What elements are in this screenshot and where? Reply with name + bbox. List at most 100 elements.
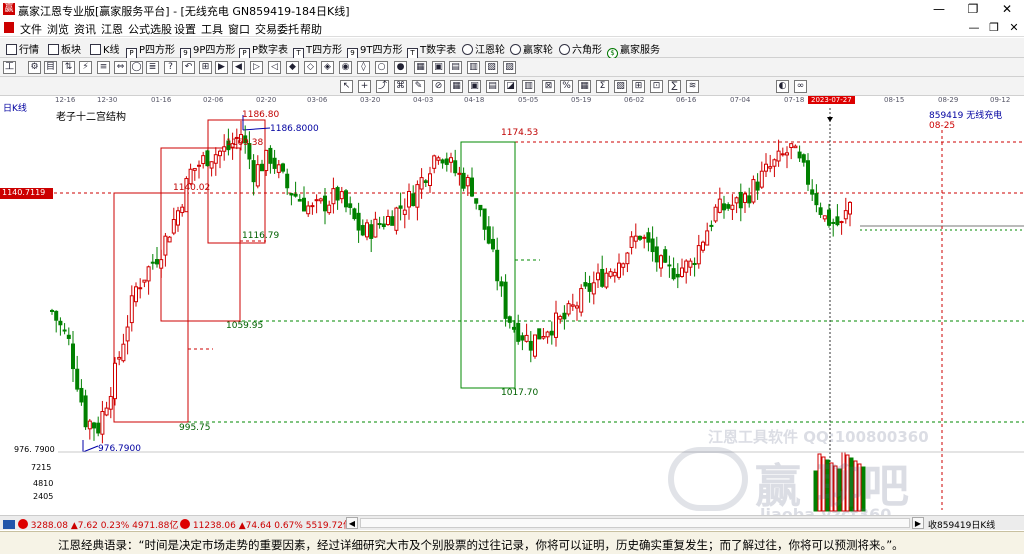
toolbar3-tool-icon-12[interactable]: % [560,80,573,93]
winner-service-button[interactable]: $ 赢家服务 [607,41,660,59]
price-label: 1186.80 [242,110,279,120]
toolbar3-tool-icon-19[interactable]: ≋ [686,80,699,93]
toolbar2-tool-icon-0[interactable]: 工 [3,61,16,74]
toolbar2-tool-icon-15[interactable]: ◁ [268,61,281,74]
toolbar3-tool-icon-20[interactable]: ◐ [776,80,789,93]
winner-wheel-button[interactable]: 赢家轮 [510,41,553,56]
t-number-table-button[interactable]: T T数字表 [407,41,456,59]
candle-body [171,219,176,234]
candle-body [407,190,411,208]
toolbar3-tool-icon-8[interactable]: ▤ [486,80,499,93]
toolbar2-tool-icon-11[interactable]: ⊞ [199,61,212,74]
candle-body [528,340,533,351]
menu-browse[interactable]: 浏览 [47,21,69,37]
structure-box [207,119,266,244]
drawing-toolbar: 工 ⚙ 目 ⇅ ⚡ ≡ ⇔ ◯ ≣? ↶ ⊞ ▶ ◀ ▷ ◁ ◆ ◇ ◈ ◉ ◊ ○ ● ▦ ▣ ▤ ▥ ▧ ▨ [0,58,1024,77]
toolbar2-tool-icon-12[interactable]: ▶ [215,61,228,74]
horizontal-scroll-track[interactable] [360,518,910,528]
toolbar3-tool-icon-9[interactable]: ◪ [504,80,517,93]
toolbar3-tool-icon-7[interactable]: ▣ [468,80,481,93]
toolbar3-tool-icon-10[interactable]: ▥ [522,80,535,93]
menu-formula-select[interactable]: 公式选股 [128,21,172,37]
toolbar2-tool-icon-26[interactable]: ▥ [467,61,480,74]
toolbar3-tool-icon-0[interactable]: ↖ [340,80,353,93]
menu-tools[interactable]: 工具 [201,21,223,37]
kline-button[interactable]: K线 [90,41,120,56]
candle-body [558,315,563,320]
9p-square-button[interactable]: 9 9P四方形 [180,41,235,59]
toolbar2-tool-icon-2[interactable]: 目 [44,61,57,74]
minimize-button[interactable]: — [922,0,956,18]
toolbar2-tool-icon-1[interactable]: ⚙ [28,61,41,74]
hexagon-button[interactable]: 六角形 [559,41,602,56]
toolbar2-tool-icon-5[interactable]: ≡ [97,61,110,74]
toolbar2-tool-icon-23[interactable]: ▦ [414,61,427,74]
toolbar2-tool-icon-8[interactable]: ≣ [146,61,159,74]
toolbar2-tool-icon-17[interactable]: ◇ [304,61,317,74]
toolbar3-tool-icon-5[interactable]: ⊘ [432,80,445,93]
toolbar2-tool-icon-24[interactable]: ▣ [432,61,445,74]
date-axis-label: 09-12 [990,96,1011,104]
menu-window[interactable]: 窗口 [228,21,250,37]
toolbar2-tool-icon-28[interactable]: ▨ [503,61,516,74]
toolbar2-tool-icon-22[interactable]: ● [394,61,407,74]
toolbar2-tool-icon-18[interactable]: ◈ [321,61,334,74]
toolbar3-tool-icon-6[interactable]: ▦ [450,80,463,93]
toolbar2-tool-icon-27[interactable]: ▧ [485,61,498,74]
mdi-restore-button[interactable]: ❐ [984,19,1004,36]
toolbar2-tool-icon-16[interactable]: ◆ [286,61,299,74]
maximize-button[interactable]: ❐ [956,0,990,18]
menu-settings[interactable]: 设置 [174,21,196,37]
quote-sh[interactable]: 3288.08 ▲7.62 0.23% 4971.88亿 [3,518,178,531]
menu-help[interactable]: 帮助 [300,21,322,37]
menu-gann[interactable]: 江恩 [101,21,123,37]
gann-wheel-button[interactable]: 江恩轮 [462,41,505,56]
scroll-left-button[interactable]: ◀ [346,517,358,529]
p-square-button[interactable]: P P四方形 [126,41,175,59]
toolbar2-tool-icon-13[interactable]: ◀ [232,61,245,74]
toolbar2-tool-icon-20[interactable]: ◊ [357,61,370,74]
scroll-right-button[interactable]: ▶ [912,517,924,529]
candle-body [827,209,831,226]
toolbar3-tool-icon-14[interactable]: Σ [596,80,609,93]
toolbar3-tool-icon-13[interactable]: ▦ [578,80,591,93]
toolbar2-tool-icon-6[interactable]: ⇔ [114,61,127,74]
candle-body [411,193,416,207]
toolbar3-tool-icon-21[interactable]: ∞ [794,80,807,93]
close-button[interactable]: ✕ [990,0,1024,18]
toolbar3-tool-icon-4[interactable]: ✎ [412,80,425,93]
mdi-close-button[interactable]: ✕ [1004,19,1024,36]
toolbar3-tool-icon-18[interactable]: ∑ [668,80,681,93]
quotes-button[interactable]: 行情 [6,41,39,56]
toolbar2-tool-icon-14[interactable]: ▷ [250,61,263,74]
t-square-button[interactable]: T T四方形 [293,41,342,59]
date-axis: 12-16 12-30 01-16 02-06 02-20 03-06 03-20 04-03… [40,96,1024,106]
candle-body [423,180,428,183]
toolbar2-tool-icon-10[interactable]: ↶ [182,61,195,74]
mdi-minimize-button[interactable]: — [964,19,984,36]
quote-sz[interactable]: 11238.06 ▲74.64 0.67% 5519.72亿 [180,518,352,531]
toolbar3-tool-icon-2[interactable]: ⤴ [376,80,389,93]
toolbar2-tool-icon-21[interactable]: ○ [375,61,388,74]
candle-body [654,246,659,263]
toolbar3-tool-icon-1[interactable]: + [358,80,371,93]
candle-body [491,238,495,250]
toolbar3-tool-icon-3[interactable]: ⌘ [394,80,407,93]
menu-trade[interactable]: 交易委托 [255,21,299,37]
toolbar3-tool-icon-15[interactable]: ▧ [614,80,627,93]
date-axis-label: 04-18 [464,96,485,104]
toolbar2-tool-icon-7[interactable]: ◯ [130,61,143,74]
toolbar2-tool-icon-25[interactable]: ▤ [449,61,462,74]
toolbar2-tool-icon-9[interactable]: ? [164,61,177,74]
menu-info[interactable]: 资讯 [74,21,96,37]
toolbar2-tool-icon-19[interactable]: ◉ [339,61,352,74]
menu-file[interactable]: 文件 [20,21,42,37]
p-number-table-button[interactable]: P P数字表 [239,41,288,59]
toolbar3-tool-icon-11[interactable]: ⊠ [542,80,555,93]
sector-button[interactable]: 板块 [48,41,81,56]
toolbar2-tool-icon-4[interactable]: ⚡ [79,61,92,74]
toolbar3-tool-icon-16[interactable]: ⊞ [632,80,645,93]
toolbar3-tool-icon-17[interactable]: ⊡ [650,80,663,93]
toolbar2-tool-icon-3[interactable]: ⇅ [62,61,75,74]
9t-square-button[interactable]: 9 9T四方形 [347,41,402,59]
